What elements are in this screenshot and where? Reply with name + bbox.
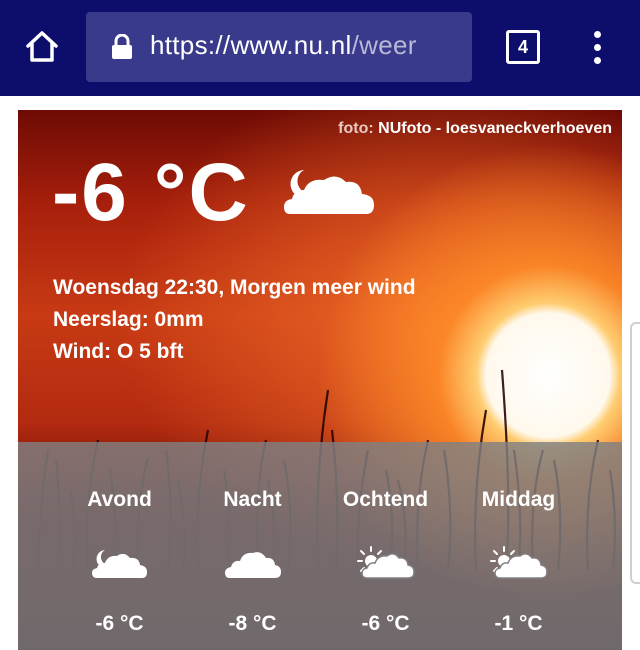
lock-icon <box>112 34 132 59</box>
address-bar[interactable]: https://www.nu.nl/weer <box>86 12 472 82</box>
home-button[interactable] <box>22 26 62 66</box>
tab-count: 4 <box>517 36 528 57</box>
scrollbar-handle[interactable] <box>630 322 640 584</box>
forecast-temp: -1 °C <box>494 612 543 635</box>
photo-credit-label: foto: <box>338 120 374 137</box>
forecast-temp: -6 °C <box>361 612 410 635</box>
forecast-nacht: Nacht -8 °C <box>186 442 319 650</box>
forecast-label: Middag <box>481 488 556 511</box>
cloud-icon <box>225 552 281 578</box>
menu-dot-icon <box>594 31 601 38</box>
browser-toolbar: https://www.nu.nl/weer 4 <box>0 0 640 96</box>
sun-cloud-icon <box>490 546 548 579</box>
url-text: https://www.nu.nl/weer <box>150 30 417 61</box>
weather-summary: Woensdag 22:30, Morgen meer wind <box>53 276 416 299</box>
sun-cloud-icon <box>357 546 415 579</box>
forecast-temp: -8 °C <box>228 612 277 635</box>
current-temperature: -6 °C <box>52 147 250 238</box>
url-path: /weer <box>351 30 417 60</box>
home-icon <box>26 31 58 62</box>
precipitation: Neerslag: 0mm <box>53 308 204 331</box>
more-menu-button[interactable] <box>586 28 610 68</box>
forecast-avond: Avond -6 °C <box>53 442 186 650</box>
forecast-temp: -6 °C <box>95 612 144 635</box>
photo-credit-name: NUfoto - loesvaneckverhoeven <box>378 120 612 137</box>
moon-cloud-icon <box>284 170 374 214</box>
forecast-label: Nacht <box>223 488 282 511</box>
forecast-label: Avond <box>87 488 152 511</box>
weather-card[interactable]: foto: NUfoto - loesvaneckverhoeven -6 °C… <box>18 110 622 650</box>
url-host: https://www.nu.nl <box>150 30 352 60</box>
moon-cloud-icon <box>92 550 147 578</box>
photo-credit: foto: NUfoto - loesvaneckverhoeven <box>338 120 612 138</box>
forecast-panel: Avond -6 °C Nacht -8 °C Ochtend -6 °C Mi… <box>18 442 622 650</box>
menu-dot-icon <box>594 44 601 51</box>
forecast-ochtend: Ochtend -6 °C <box>319 442 452 650</box>
menu-dot-icon <box>594 57 601 64</box>
wind: Wind: O 5 bft <box>53 340 184 363</box>
forecast-middag: Middag -1 °C <box>452 442 585 650</box>
tab-switcher-button[interactable]: 4 <box>506 30 540 64</box>
forecast-label: Ochtend <box>342 488 429 511</box>
